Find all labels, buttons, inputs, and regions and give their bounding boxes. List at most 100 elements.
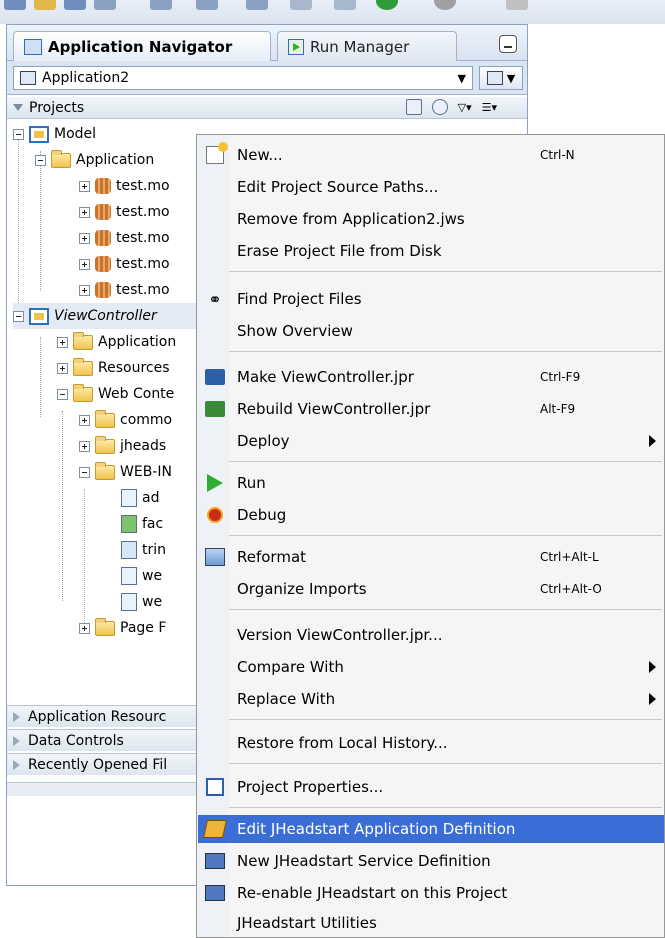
menu-separator [229, 807, 662, 808]
tree-item-label: WEB-IN [120, 464, 172, 480]
tree-item-folder[interactable]: commo [79, 407, 172, 433]
tree-item-web-inf[interactable]: WEB-IN [79, 459, 172, 485]
menu-item-show-overview[interactable]: Show Overview [198, 317, 664, 345]
menu-item-new[interactable]: New... Ctrl-N [198, 141, 664, 169]
menu-item-erase-project-file[interactable]: Erase Project File from Disk [198, 237, 664, 265]
menu-item-run[interactable]: Run [198, 469, 664, 497]
toolbar-icon[interactable] [34, 0, 56, 10]
menu-item-deploy[interactable]: Deploy [198, 427, 664, 455]
menu-item-restore-from-local-history[interactable]: Restore from Local History... [198, 729, 664, 757]
section-label: Data Controls [28, 732, 124, 749]
project-icon [29, 125, 49, 143]
application-combo[interactable]: Application2 ▼ [13, 66, 473, 90]
tab-run-manager[interactable]: Run Manager [277, 31, 457, 61]
collapse-icon[interactable] [35, 154, 46, 166]
tree-item-file[interactable]: test.mo [79, 199, 170, 225]
menu-item-replace-with[interactable]: Replace With [198, 685, 664, 713]
section-label: Application Resourc [28, 708, 167, 725]
jheadstart-edit-icon [203, 819, 227, 839]
application-icon [20, 71, 36, 85]
menu-separator [229, 351, 662, 352]
view-options-icon[interactable]: ☰▾ [482, 101, 497, 114]
menu-item-organize-imports[interactable]: Organize Imports Ctrl+Alt-O [198, 575, 664, 603]
toolbar-icon[interactable] [246, 0, 268, 10]
tree-item-file[interactable]: trin [121, 537, 166, 563]
menu-item-re-enable-jheadstart[interactable]: Re-enable JHeadstart on this Project [198, 879, 664, 907]
menu-item-find-project-files[interactable]: ⚭ Find Project Files [198, 285, 664, 313]
tree-item-page-flows[interactable]: Page F [79, 615, 166, 641]
tree-item-web-content[interactable]: Web Conte [57, 381, 174, 407]
expand-icon[interactable] [79, 232, 90, 244]
toolbar-icon[interactable] [506, 0, 528, 10]
menu-item-compare-with[interactable]: Compare With [198, 653, 664, 681]
tree-item-viewcontroller[interactable]: ViewController [13, 303, 201, 329]
expand-icon[interactable] [79, 440, 90, 452]
expand-icon[interactable] [79, 180, 90, 192]
tree-item-file[interactable]: fac [121, 511, 163, 537]
tree-item-file[interactable]: we [121, 589, 162, 615]
tree-item-file[interactable]: ad [121, 485, 159, 511]
expand-icon[interactable] [79, 258, 90, 270]
menu-item-project-properties[interactable]: Project Properties... [198, 773, 664, 801]
tree-item-folder[interactable]: jheads [79, 433, 166, 459]
menu-item-reformat[interactable]: Reformat Ctrl+Alt-L [198, 543, 664, 571]
toolbar-icon[interactable] [334, 0, 356, 10]
menu-item-version[interactable]: Version ViewController.jpr... [198, 621, 664, 649]
menu-item-jheadstart-utilities[interactable]: JHeadstart Utilities [198, 909, 664, 937]
bean-icon [95, 178, 111, 194]
new-icon [204, 142, 228, 165]
collapse-icon[interactable] [79, 466, 90, 478]
expand-icon[interactable] [57, 336, 68, 348]
tab-application-navigator[interactable]: Application Navigator [13, 31, 271, 61]
toolbar-icon[interactable] [4, 0, 26, 10]
collapse-icon[interactable] [13, 128, 24, 140]
tree-item-file[interactable]: test.mo [79, 251, 170, 277]
projects-section-header[interactable]: Projects ▽▾ ☰▾ [7, 97, 527, 119]
application-menu-button[interactable]: ▼ [479, 66, 523, 90]
menu-item-remove-from-application[interactable]: Remove from Application2.jws [198, 205, 664, 233]
main-toolbar [0, 0, 665, 24]
toolbar-icon[interactable] [64, 0, 86, 10]
tree-item-application-sources[interactable]: Application [35, 147, 154, 173]
menu-item-label: Debug [237, 506, 287, 524]
toolbar-icon[interactable] [94, 0, 116, 10]
menu-item-make[interactable]: Make ViewController.jpr Ctrl-F9 [198, 363, 664, 391]
menu-item-debug[interactable]: Debug [198, 501, 664, 529]
menu-item-edit-project-source-paths[interactable]: Edit Project Source Paths... [198, 173, 664, 201]
menu-item-rebuild[interactable]: Rebuild ViewController.jpr Alt-F9 [198, 395, 664, 423]
expand-icon[interactable] [57, 362, 68, 374]
tree-item-label: Resources [98, 360, 170, 376]
tree-item-file[interactable]: test.mo [79, 277, 170, 303]
toolbar-icon[interactable] [150, 0, 172, 10]
tree-item-label: ViewController [54, 308, 157, 324]
expand-icon[interactable] [79, 206, 90, 218]
tab-label: Application Navigator [48, 37, 233, 56]
menu-item-label: Edit JHeadstart Application Definition [237, 820, 516, 838]
toolbar-icon[interactable] [434, 0, 456, 10]
toolbar-icon[interactable] [376, 0, 398, 10]
collapse-icon[interactable] [13, 310, 24, 322]
tree-item-file[interactable]: test.mo [79, 173, 170, 199]
tree-item-model[interactable]: Model [13, 121, 96, 147]
toolbar-icon[interactable] [196, 0, 218, 10]
folder-icon [95, 435, 115, 454]
folder-icon [73, 331, 93, 350]
expand-icon[interactable] [79, 414, 90, 426]
toolbar-icon[interactable] [290, 0, 312, 10]
tree-item-resources[interactable]: Resources [57, 355, 170, 381]
search-icon[interactable] [405, 99, 422, 115]
menu-item-new-jheadstart-service-definition[interactable]: New JHeadstart Service Definition [198, 847, 664, 875]
collapse-icon[interactable] [57, 388, 68, 400]
expand-icon[interactable] [79, 622, 90, 634]
tree-item-application-sources[interactable]: Application [57, 329, 176, 355]
menu-item-label: New... [237, 146, 283, 164]
tree-item-file[interactable]: test.mo [79, 225, 170, 251]
menu-item-shortcut: Ctrl-F9 [540, 370, 581, 384]
tree-item-file[interactable]: we [121, 563, 162, 589]
expand-icon[interactable] [79, 284, 90, 296]
menu-item-edit-jheadstart-application-definition[interactable]: Edit JHeadstart Application Definition [198, 815, 664, 843]
refresh-icon[interactable] [431, 99, 448, 115]
minimize-button[interactable] [499, 35, 517, 53]
filter-icon[interactable]: ▽▾ [458, 101, 472, 114]
navigator-tab-bar: Application Navigator Run Manager [7, 25, 527, 61]
